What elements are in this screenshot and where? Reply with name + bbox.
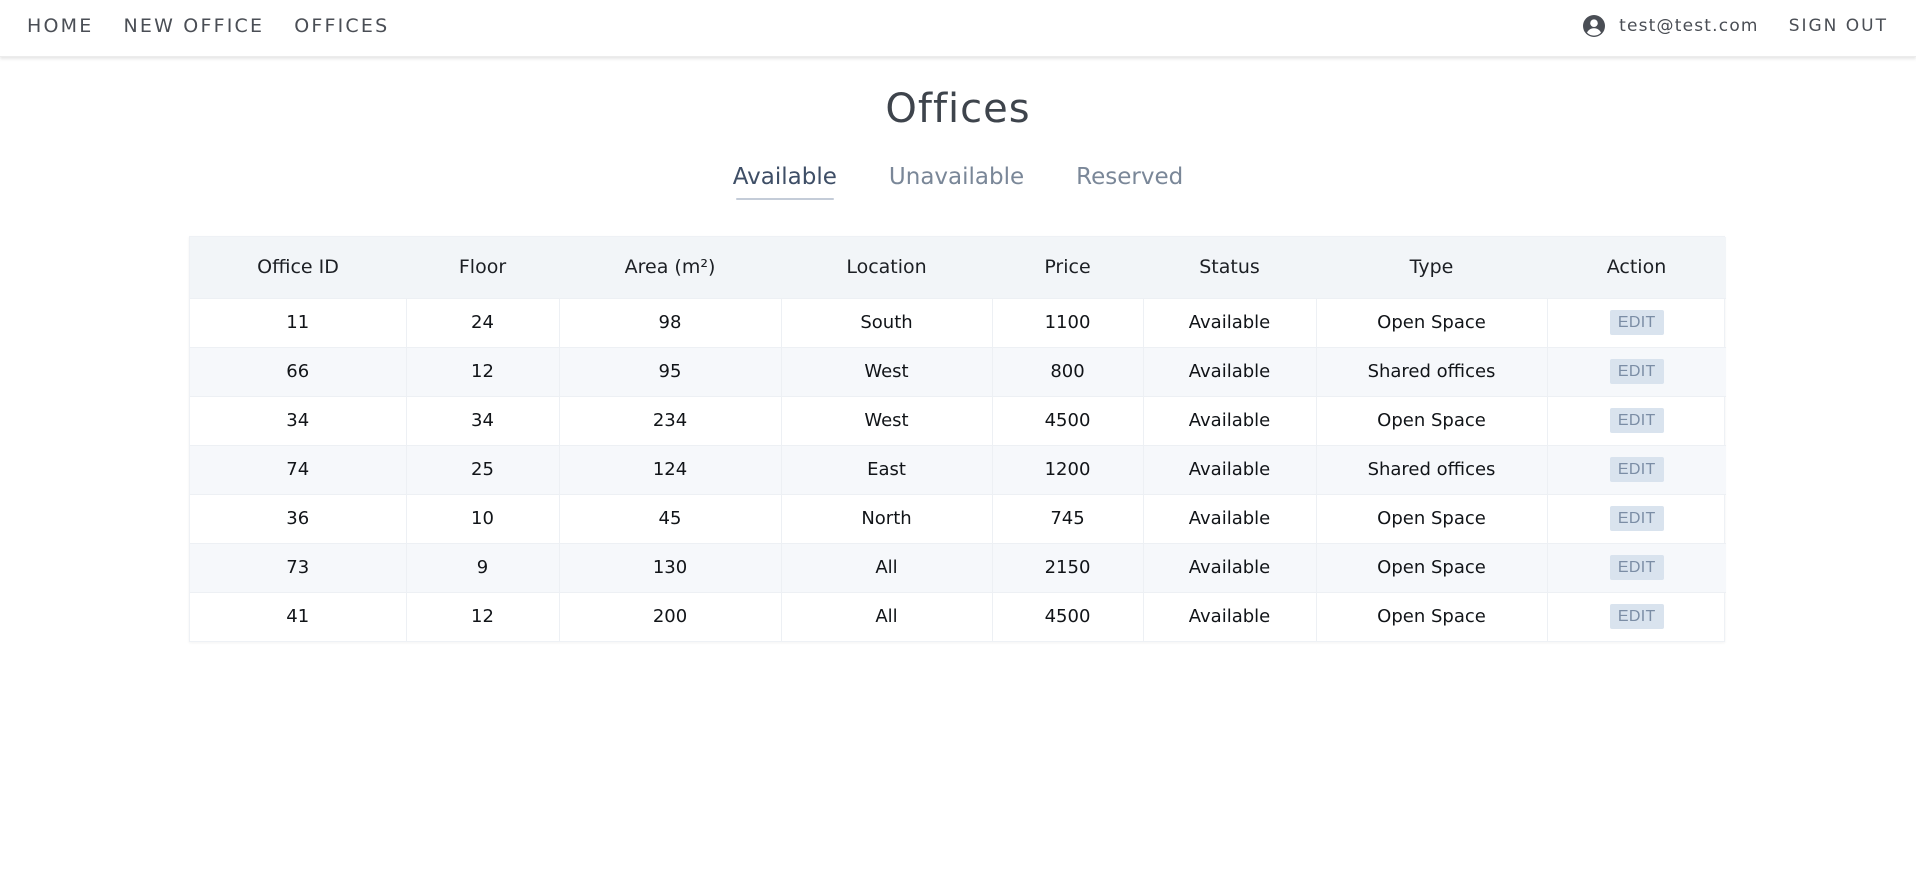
cell-location: West	[780, 347, 992, 396]
table-header-row: Office ID Floor Area (m²) Location Price…	[190, 237, 1726, 298]
edit-button[interactable]: EDIT	[1609, 604, 1664, 630]
cell-area: 130	[558, 543, 781, 592]
cell-status: Available	[1142, 347, 1316, 396]
page-title: Offices	[885, 86, 1031, 132]
account-circle-icon	[1582, 14, 1606, 38]
cell-price: 1100	[991, 298, 1143, 347]
header-status: Status	[1199, 256, 1260, 279]
cell-price: 1200	[991, 445, 1143, 494]
table-row: 74 25 124 East 1200 Available Shared off…	[190, 445, 1726, 494]
edit-button[interactable]: EDIT	[1609, 310, 1664, 335]
edit-button[interactable]: EDIT	[1609, 359, 1664, 384]
cell-office-id: 11	[286, 312, 310, 333]
cell-price: 4500	[991, 592, 1143, 641]
cell-floor: 24	[405, 298, 559, 347]
cell-status: Available	[1142, 543, 1316, 592]
cell-action: EDIT	[1546, 445, 1726, 494]
cell-office-id: 36	[286, 508, 310, 529]
cell-location: East	[780, 445, 992, 494]
cell-price: 4500	[991, 396, 1143, 445]
cell-location: North	[780, 494, 992, 543]
cell-type: Open Space	[1315, 298, 1547, 347]
cell-price: 2150	[991, 543, 1143, 592]
table-row: 36 10 45 North 745 Available Open Space …	[190, 494, 1726, 543]
cell-type: Open Space	[1315, 494, 1547, 543]
cell-office-id: 73	[286, 557, 310, 578]
cell-floor: 25	[405, 445, 559, 494]
cell-area: 124	[558, 445, 781, 494]
cell-location: South	[780, 298, 992, 347]
header-floor: Floor	[458, 256, 507, 279]
edit-button[interactable]: EDIT	[1609, 555, 1664, 580]
cell-floor: 10	[405, 494, 559, 543]
cell-action: EDIT	[1546, 396, 1726, 445]
cell-type: Open Space	[1315, 592, 1547, 641]
table-row: 34 34 234 West 4500 Available Open Space…	[190, 396, 1726, 445]
office-status-tabs: Available Unavailable Reserved	[0, 164, 1916, 200]
cell-action: EDIT	[1546, 543, 1726, 592]
cell-location: All	[780, 543, 992, 592]
cell-office-id: 41	[286, 606, 310, 628]
cell-location: All	[780, 592, 992, 641]
cell-office-id: 66	[286, 361, 310, 382]
cell-floor: 12	[405, 592, 559, 641]
table-row: 41 12 200 All 4500 Available Open Space …	[190, 592, 1726, 641]
header-area: Area (m²)	[624, 256, 716, 279]
cell-status: Available	[1142, 592, 1316, 641]
top-navbar: HOME NEW OFFICE OFFICES test@test.com SI…	[0, 0, 1916, 57]
cell-type: Open Space	[1315, 396, 1547, 445]
cell-office-id: 34	[286, 410, 310, 431]
edit-button[interactable]: EDIT	[1609, 506, 1664, 531]
cell-area: 98	[558, 298, 781, 347]
nav-user-area: test@test.com SIGN OUT	[1582, 0, 1888, 52]
tab-unavailable[interactable]: Unavailable	[889, 164, 1024, 200]
cell-location: West	[780, 396, 992, 445]
cell-type: Shared offices	[1315, 445, 1547, 494]
cell-floor: 9	[405, 543, 559, 592]
cell-action: EDIT	[1546, 298, 1726, 347]
cell-action: EDIT	[1546, 592, 1726, 641]
cell-floor: 34	[405, 396, 559, 445]
header-office-id: Office ID	[257, 256, 339, 279]
edit-button[interactable]: EDIT	[1609, 408, 1664, 433]
tab-available[interactable]: Available	[733, 164, 837, 200]
header-action: Action	[1606, 256, 1667, 279]
cell-area: 234	[558, 396, 781, 445]
cell-floor: 12	[405, 347, 559, 396]
cell-price: 800	[991, 347, 1143, 396]
user-email: test@test.com	[1619, 16, 1759, 36]
table-row: 73 9 130 All 2150 Available Open Space E…	[190, 543, 1726, 592]
header-location: Location	[846, 256, 927, 279]
table-row: 11 24 98 South 1100 Available Open Space…	[190, 298, 1726, 347]
nav-new-office-link[interactable]: NEW OFFICE	[123, 15, 264, 37]
cell-area: 200	[558, 592, 781, 641]
cell-type: Shared offices	[1315, 347, 1547, 396]
cell-office-id: 74	[286, 459, 310, 480]
offices-table: Office ID Floor Area (m²) Location Price…	[189, 236, 1726, 642]
nav-links: HOME NEW OFFICE OFFICES	[27, 0, 419, 52]
cell-area: 95	[558, 347, 781, 396]
cell-action: EDIT	[1546, 494, 1726, 543]
nav-offices-link[interactable]: OFFICES	[294, 15, 389, 37]
cell-status: Available	[1142, 298, 1316, 347]
cell-status: Available	[1142, 445, 1316, 494]
edit-button[interactable]: EDIT	[1609, 457, 1664, 482]
cell-type: Open Space	[1315, 543, 1547, 592]
cell-price: 745	[991, 494, 1143, 543]
sign-out-button[interactable]: SIGN OUT	[1789, 16, 1888, 36]
header-price: Price	[1044, 256, 1091, 279]
header-type: Type	[1409, 256, 1454, 279]
nav-home-link[interactable]: HOME	[27, 15, 93, 37]
table-row: 66 12 95 West 800 Available Shared offic…	[190, 347, 1726, 396]
cell-status: Available	[1142, 396, 1316, 445]
tab-reserved[interactable]: Reserved	[1076, 164, 1183, 200]
cell-area: 45	[558, 494, 781, 543]
cell-status: Available	[1142, 494, 1316, 543]
cell-action: EDIT	[1546, 347, 1726, 396]
